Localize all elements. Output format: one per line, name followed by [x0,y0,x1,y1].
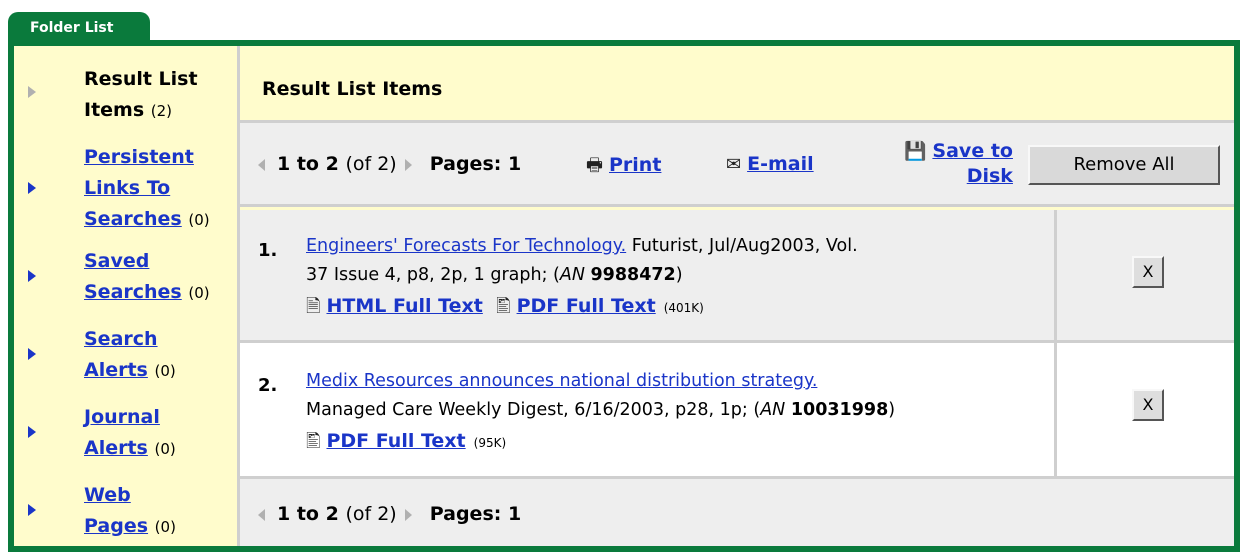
print-link[interactable]: Print [609,154,661,176]
arrow-right-icon [28,86,36,98]
an-label: AN [760,400,786,420]
sidebar-item-label: Result List [84,68,198,90]
page-title: Result List Items [262,78,443,100]
accession-number: 9988472 [590,265,676,285]
sidebar-item-link[interactable]: Searches [84,281,182,303]
sidebar-item-link[interactable]: Alerts [84,359,148,381]
pager-of: (of 2) [345,153,397,175]
pages-label: Pages: [429,153,502,175]
sidebar-item-link[interactable]: Saved [84,250,149,272]
pdf-size: (95K) [473,436,507,450]
html-full-text-link[interactable]: HTML Full Text [326,295,482,317]
pager-bottom: 1 to 2 (of 2) Pages: 1 [258,503,521,525]
main-panel: Result List Items 1 to 2 (of 2) Pages: 1 … [240,46,1234,546]
arrow-right-icon [28,182,36,194]
pdf-full-text-link[interactable]: PDF Full Text [517,295,656,317]
result-citation: Engineers' Forecasts For Technology. Fut… [306,236,858,285]
save-to-disk-link[interactable]: Save to [932,140,1013,162]
sidebar-item-count: (2) [150,102,173,120]
remove-item-button[interactable]: X [1132,256,1164,288]
result-fulltext-links: 🖺 PDF Full Text (95K) [306,429,506,459]
result-title-link[interactable]: Engineers' Forecasts For Technology. [306,236,626,256]
next-page-icon[interactable] [404,508,412,521]
envelope-icon: ✉ [726,154,742,175]
pager-of: (of 2) [345,503,397,525]
sidebar-item-count: (0) [154,518,176,536]
pages-value[interactable]: 1 [508,503,521,525]
sidebar-item-link[interactable]: Journal [84,406,160,428]
remove-item-button[interactable]: X [1132,389,1164,421]
sidebar-item-count: (0) [154,362,176,380]
prev-page-icon[interactable] [258,508,265,521]
pages-label: Pages: [429,503,502,525]
save-to-disk-link[interactable]: Disk [967,165,1013,187]
sidebar-item-link[interactable]: Links To [84,177,170,199]
floppy-disk-icon: 💾 [904,141,927,162]
sidebar-item-count: (0) [154,440,176,458]
accession-number: 10031998 [790,400,889,420]
save-to-disk-button[interactable]: 💾 Save to Disk [904,139,1013,188]
pages-value[interactable]: 1 [508,153,521,175]
pdf-icon: 🖺 [496,296,511,317]
result-number: 2. [258,375,278,396]
sidebar-item-count: (0) [188,284,210,302]
pager-range: 1 to 2 [277,503,339,525]
result-fulltext-links: 🗎 HTML Full Text 🖺 PDF Full Text (401K) [306,294,704,324]
pdf-full-text-link[interactable]: PDF Full Text [326,430,465,452]
pager-top: 1 to 2 (of 2) Pages: 1 [258,153,521,175]
arrow-right-icon [28,504,36,516]
panel-header: Result List Items [240,46,1234,123]
sidebar-item-link[interactable]: Web [84,484,131,506]
an-label: AN [559,265,585,285]
pager-range: 1 to 2 [277,153,339,175]
sidebar-item-count: (0) [188,211,210,229]
email-button[interactable]: ✉ E-mail [726,153,814,175]
folder-list-tab-label: Folder List [30,20,114,36]
result-row: 2. Medix Resources announces national di… [240,343,1234,476]
result-title-link[interactable]: Medix Resources announces national distr… [306,371,817,391]
print-button[interactable]: 🖶 Print [586,153,661,183]
remove-all-button[interactable]: Remove All [1028,145,1220,185]
arrow-right-icon [28,348,36,360]
printer-icon: 🖶 [586,155,603,176]
result-source: Managed Care Weekly Digest, 6/16/2003, p… [306,400,761,420]
result-citation: Medix Resources announces national distr… [306,371,896,420]
sidebar-item-link[interactable]: Persistent [84,146,194,168]
arrow-right-icon [28,270,36,282]
sidebar: Result List Items (2) Persistent Links T… [14,46,240,546]
sidebar-item-link[interactable]: Pages [84,515,148,537]
result-number: 1. [258,240,278,261]
result-source: Futurist, Jul/Aug2003, Vol. [626,236,858,256]
prev-page-icon[interactable] [258,158,265,171]
result-row: 1. Engineers' Forecasts For Technology. … [240,210,1234,343]
sidebar-item-link[interactable]: Search [84,328,158,350]
pdf-size: (401K) [663,301,704,315]
sidebar-item-link[interactable]: Alerts [84,437,148,459]
sidebar-item-link[interactable]: Searches [84,208,182,230]
sidebar-item-label: Items [84,99,145,121]
folder-panel: Result List Items (2) Persistent Links T… [8,40,1240,552]
results-toolbar-bottom: 1 to 2 (of 2) Pages: 1 [240,476,1234,546]
pdf-icon: 🖺 [306,431,321,452]
results-toolbar-top: 1 to 2 (of 2) Pages: 1 🖶 Print ✉ E-mail 💾 Sa… [240,123,1234,207]
email-link[interactable]: E-mail [747,153,814,175]
next-page-icon[interactable] [404,158,412,171]
column-divider [1054,210,1057,340]
result-source: 37 Issue 4, p8, 2p, 1 graph; ( [306,265,560,285]
arrow-right-icon [28,426,36,438]
html-document-icon: 🗎 [306,296,321,317]
